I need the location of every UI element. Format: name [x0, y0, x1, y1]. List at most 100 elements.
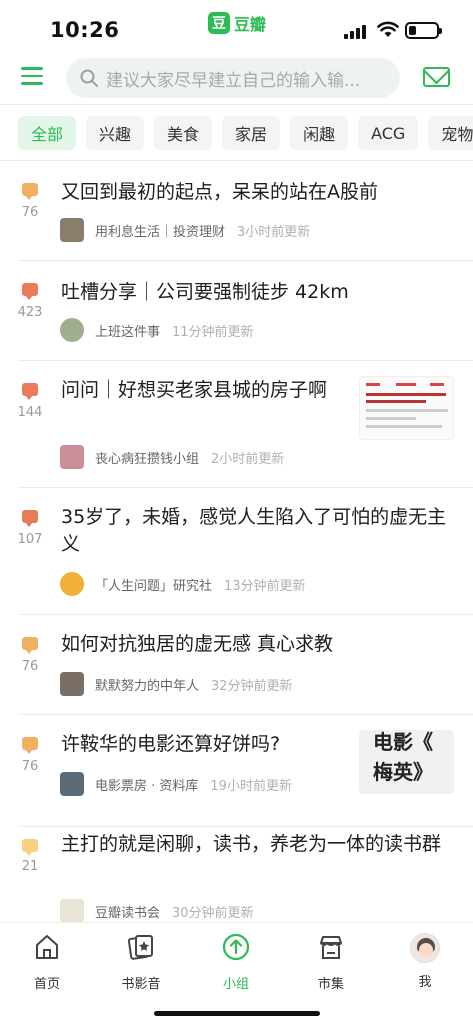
updated-time: 11分钟前更新 — [172, 324, 254, 340]
comment-count: 107 — [17, 532, 43, 547]
updated-time: 2小时前更新 — [211, 451, 285, 467]
search-icon — [80, 69, 98, 87]
chip-interest[interactable]: 兴趣 — [86, 116, 145, 150]
comment-count: 423 — [17, 305, 43, 320]
home-indicator — [154, 1011, 320, 1016]
chip-pets[interactable]: 宠物 — [428, 116, 473, 150]
post-title[interactable]: 35岁了，未婚，感觉人生陷入了可怕的虚无主义 — [61, 504, 451, 558]
poster-text-line2: 梅英》 — [373, 760, 433, 784]
chip-acg[interactable]: ACG — [358, 116, 419, 150]
tab-label: 小组 — [222, 977, 249, 992]
group-avatar[interactable] — [60, 899, 84, 923]
header-divider — [0, 104, 473, 105]
tab-me[interactable]: 我 — [390, 933, 460, 990]
battery-icon — [405, 22, 442, 39]
group-name[interactable]: 电影票房 · 资料库 — [95, 775, 198, 794]
comment-count: 21 — [21, 859, 39, 874]
post-meta: 丧心病狂攒钱小组 2小时前更新 — [60, 445, 284, 469]
list-item[interactable]: 76 如何对抗独居的虚无感 真心求教 默默努力的中年人 32分钟前更新 — [0, 614, 473, 714]
list-item[interactable]: 107 35岁了，未婚，感觉人生陷入了可怕的虚无主义 「人生问题」研究社 13分… — [0, 487, 473, 614]
group-name[interactable]: 上班这件事 — [95, 321, 160, 340]
updated-time: 3小时前更新 — [237, 224, 311, 240]
comment-icon — [22, 183, 38, 200]
post-title[interactable]: 吐槽分享｜公司要强制徒步 42km — [61, 279, 431, 306]
comment-count: 76 — [21, 659, 39, 674]
comment-count: 144 — [17, 405, 43, 420]
comment-icon — [22, 839, 38, 856]
tab-label: 我 — [418, 975, 432, 990]
movie-poster-image[interactable]: 电影《 梅英》 — [359, 730, 454, 794]
menu-icon[interactable] — [21, 67, 43, 85]
group-arrow-icon — [222, 933, 250, 961]
chip-food[interactable]: 美食 — [154, 116, 213, 150]
group-avatar[interactable] — [60, 318, 84, 342]
comment-icon — [22, 510, 38, 527]
post-meta: 电影票房 · 资料库 19小时前更新 — [60, 772, 292, 796]
post-meta: 豆瓣读书会 30分钟前更新 — [60, 899, 254, 923]
market-icon — [320, 936, 342, 959]
group-name[interactable]: 「人生问题」研究社 — [95, 575, 212, 594]
comment-count: 76 — [21, 205, 39, 220]
poster-text-line1: 电影《 — [373, 730, 433, 754]
search-placeholder: 建议大家尽早建立自己的输入输... — [106, 70, 361, 91]
tab-label: 首页 — [33, 977, 60, 992]
tab-label: 书影音 — [121, 977, 161, 992]
group-name[interactable]: 用利息生活｜投资理财 — [95, 221, 225, 240]
chip-all[interactable]: 全部 — [18, 116, 77, 150]
group-name[interactable]: 豆瓣读书会 — [95, 902, 160, 921]
post-title[interactable]: 问问｜好想买老家县城的房子啊 — [61, 377, 346, 404]
list-item[interactable]: 423 吐槽分享｜公司要强制徒步 42km 上班这件事 11分钟前更新 — [0, 260, 473, 360]
book-movie-icon — [127, 935, 153, 960]
group-avatar[interactable] — [60, 772, 84, 796]
updated-time: 32分钟前更新 — [211, 678, 293, 694]
group-name[interactable]: 丧心病狂攒钱小组 — [95, 448, 199, 467]
post-meta: 用利息生活｜投资理财 3小时前更新 — [60, 218, 310, 242]
chip-leisure[interactable]: 闲趣 — [290, 116, 349, 150]
list-item[interactable]: 21 主打的就是闲聊，读书，养老为一体的读书群 豆瓣读书会 30分钟前更新 — [0, 826, 473, 923]
post-title[interactable]: 许鞍华的电影还算好饼吗? — [61, 731, 346, 758]
group-avatar[interactable] — [60, 672, 84, 696]
tab-book-movie[interactable]: 书影音 — [106, 933, 176, 992]
douban-logo-icon: 豆 — [208, 12, 230, 34]
tab-group[interactable]: 小组 — [201, 933, 271, 992]
status-time: 10:26 — [50, 18, 120, 42]
updated-time: 13分钟前更新 — [224, 578, 306, 594]
search-input[interactable]: 建议大家尽早建立自己的输入输... — [66, 58, 400, 98]
wifi-icon — [377, 21, 399, 37]
tab-label: 市集 — [317, 977, 344, 992]
comment-icon — [22, 383, 38, 400]
group-avatar[interactable] — [60, 572, 84, 596]
app-badge: 豆 豆瓣 — [208, 12, 266, 34]
mail-icon[interactable] — [423, 67, 450, 87]
news-screenshot-image[interactable] — [359, 376, 454, 440]
comment-count: 76 — [21, 759, 39, 774]
comment-icon — [22, 637, 38, 654]
chip-home[interactable]: 家居 — [222, 116, 281, 150]
group-name[interactable]: 默默努力的中年人 — [95, 675, 199, 694]
updated-time: 19小时前更新 — [210, 778, 292, 794]
group-avatar[interactable] — [60, 445, 84, 469]
bottom-tab-bar: 首页 书影音 小组 市集 我 — [0, 922, 473, 1024]
category-chips: 全部 兴趣 美食 家居 闲趣 ACG 宠物 — [18, 116, 473, 150]
list-item[interactable]: 76 许鞍华的电影还算好饼吗? 电影《 梅英》 电影票房 · 资料库 19小时前… — [0, 714, 473, 826]
profile-avatar — [410, 933, 440, 963]
post-title[interactable]: 如何对抗独居的虚无感 真心求教 — [61, 631, 441, 658]
list-item[interactable]: 144 问问｜好想买老家县城的房子啊 丧心病狂攒钱小组 2小时前更新 — [0, 360, 473, 487]
post-meta: 上班这件事 11分钟前更新 — [60, 318, 254, 342]
post-meta: 默默努力的中年人 32分钟前更新 — [60, 672, 293, 696]
tab-home[interactable]: 首页 — [12, 933, 82, 992]
comment-icon — [22, 283, 38, 300]
post-title[interactable]: 主打的就是闲聊，读书，养老为一体的读书群 — [61, 831, 451, 858]
tab-market[interactable]: 市集 — [296, 933, 366, 992]
top-bar: 建议大家尽早建立自己的输入输... — [0, 52, 473, 104]
updated-time: 30分钟前更新 — [172, 905, 254, 921]
group-avatar[interactable] — [60, 218, 84, 242]
app-name: 豆瓣 — [234, 15, 267, 34]
home-icon — [36, 935, 58, 959]
status-bar: 10:26 豆 豆瓣 — [0, 0, 473, 50]
list-item[interactable]: 76 又回到最初的起点，呆呆的站在A股前 用利息生活｜投资理财 3小时前更新 — [0, 160, 473, 260]
post-title[interactable]: 又回到最初的起点，呆呆的站在A股前 — [61, 179, 431, 206]
cellular-signal-icon — [344, 25, 366, 39]
comment-icon — [22, 737, 38, 754]
post-meta: 「人生问题」研究社 13分钟前更新 — [60, 572, 306, 596]
